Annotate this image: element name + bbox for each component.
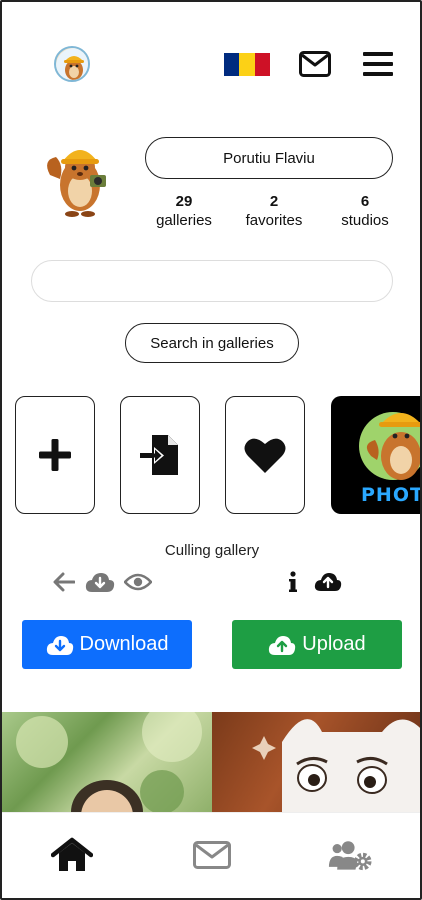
stat-label: favorites (245, 212, 303, 229)
import-gallery-tile[interactable] (120, 396, 200, 514)
upload-label: Upload (302, 633, 366, 655)
stat-studios[interactable]: 6 studios (332, 192, 398, 230)
back-button[interactable] (52, 570, 76, 594)
cloud-download-icon (46, 635, 73, 655)
upload-to-gallery-button[interactable] (313, 570, 343, 594)
gallery-title: Culling gallery (164, 542, 260, 559)
avatar[interactable] (54, 46, 90, 82)
add-gallery-tile[interactable] (15, 396, 95, 514)
mascot-avatar-icon (56, 48, 88, 80)
gallery-thumbnail[interactable]: PHOTO (331, 396, 420, 514)
home-icon (51, 837, 93, 871)
gallery-photo[interactable] (2, 712, 212, 812)
stat-favorites[interactable]: 2 favorites (238, 192, 310, 230)
photo-person (16, 712, 202, 812)
hamburger-icon (363, 52, 393, 76)
favorites-tile[interactable] (225, 396, 305, 514)
nav-messages[interactable] (190, 835, 234, 875)
gallery-actions-right (285, 570, 343, 594)
info-icon (289, 571, 297, 592)
envelope-icon (193, 841, 231, 869)
users-cog-icon (328, 841, 372, 871)
stat-count: 2 (269, 193, 279, 210)
profile-mascot (42, 135, 118, 219)
menu-button[interactable] (363, 51, 393, 77)
upload-button[interactable]: Upload (232, 620, 402, 669)
plus-icon (39, 439, 71, 471)
stat-galleries[interactable]: 29 galleries (148, 192, 220, 230)
download-label: Download (79, 633, 169, 655)
heart-icon (244, 438, 286, 473)
flag-stripe-red (254, 53, 270, 76)
cloud-upload-icon (314, 573, 342, 591)
flag-stripe-yellow (239, 53, 255, 76)
gallery-actions-left (52, 570, 152, 594)
cloud-download-icon (85, 573, 115, 592)
language-flag[interactable] (224, 53, 270, 76)
info-button[interactable] (285, 570, 301, 594)
stat-count: 29 (175, 193, 193, 210)
gallery-photo[interactable] (212, 712, 420, 812)
photo-cat (252, 719, 420, 812)
arrow-left-icon (53, 572, 75, 592)
thumbnail-text: PHOTO (361, 484, 420, 506)
file-import-icon (140, 435, 178, 475)
preview-button[interactable] (124, 570, 152, 594)
app-frame: Porutiu Flaviu 29 galleries 2 favorites … (0, 0, 422, 900)
messages-button[interactable] (299, 51, 331, 77)
mascot-icon (47, 150, 106, 217)
download-button[interactable]: Download (22, 620, 192, 669)
nav-home[interactable] (50, 835, 94, 875)
profile-name-button[interactable]: Porutiu Flaviu (145, 137, 393, 179)
bottom-navigation (2, 812, 420, 898)
eye-icon (124, 573, 152, 591)
nav-settings[interactable] (328, 835, 372, 875)
search-input[interactable] (31, 260, 393, 302)
flag-stripe-blue (224, 53, 240, 76)
cloud-upload-icon (269, 635, 296, 655)
envelope-icon (299, 51, 331, 77)
stat-label: studios (341, 212, 389, 229)
stat-count: 6 (360, 193, 370, 210)
search-galleries-button[interactable]: Search in galleries (125, 323, 299, 363)
download-gallery-button[interactable] (84, 570, 116, 594)
stat-label: galleries (156, 212, 212, 229)
